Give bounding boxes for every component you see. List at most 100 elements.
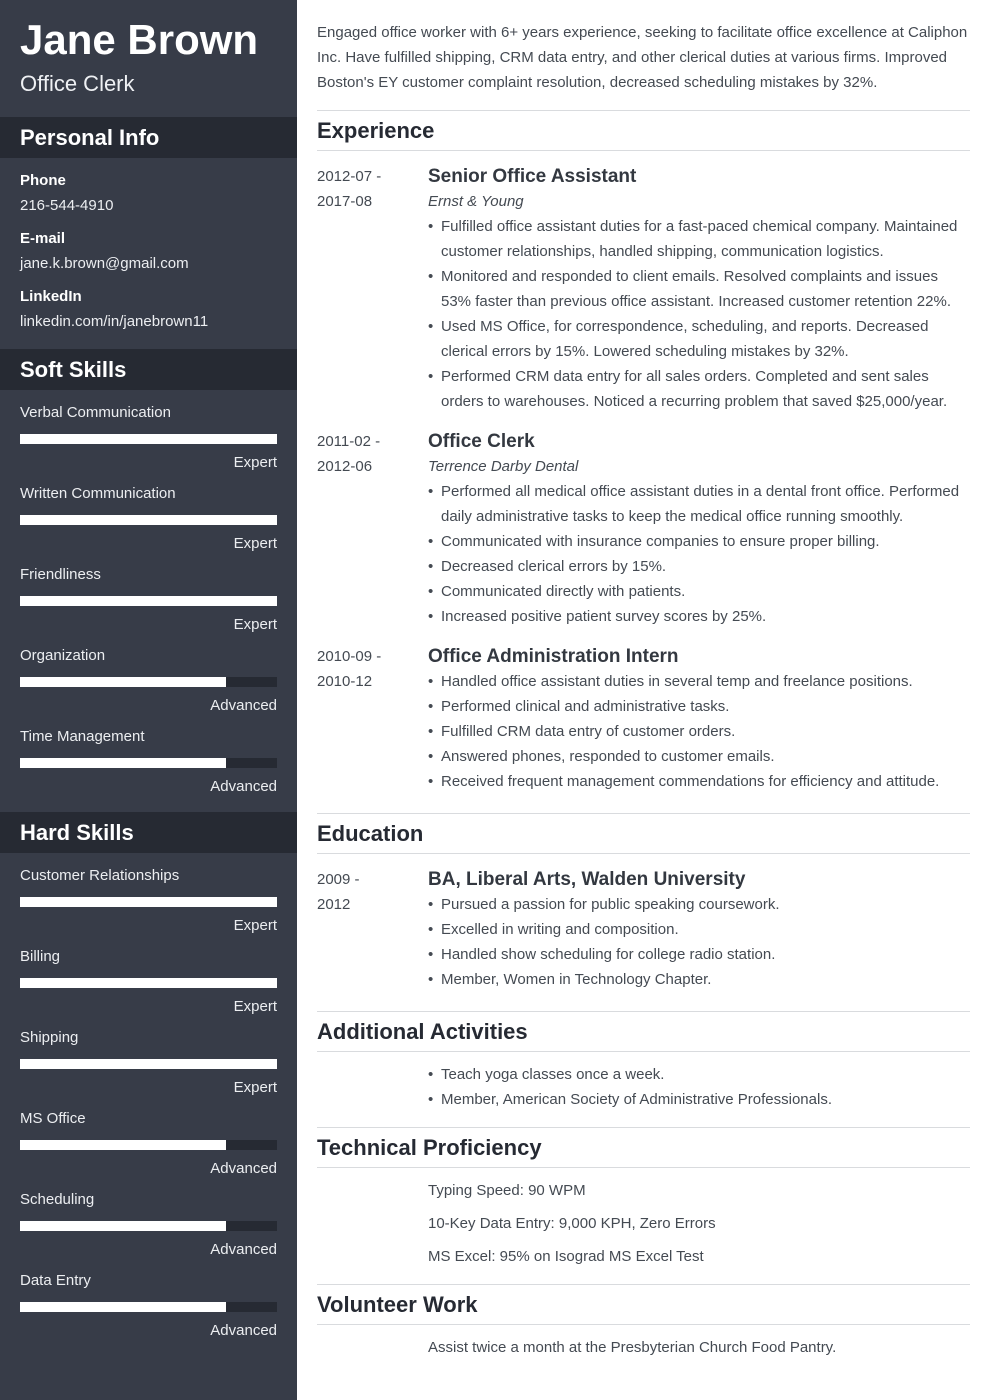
date-end: 2010-12 — [317, 673, 373, 690]
job-title: Office Clerk — [428, 431, 535, 452]
skill-name: MS Office — [20, 1110, 86, 1127]
company-name: Terrence Darby Dental — [428, 458, 579, 475]
skill-item: Customer Relationships Expert — [20, 866, 277, 947]
bullet-item: Communicated directly with patients. — [428, 579, 970, 604]
skill-bar-fill — [20, 758, 226, 768]
skill-bar-fill — [20, 1221, 226, 1231]
date-start: 2012-07 - — [317, 168, 382, 185]
email-value[interactable]: jane.k.brown@gmail.com — [20, 254, 189, 274]
skill-bar-track — [20, 515, 277, 525]
skill-bar-fill — [20, 1302, 226, 1312]
entry-date: 2011-02 - 2012-06 — [317, 429, 417, 479]
skill-item: Organization Advanced — [20, 646, 277, 727]
skill-name: Organization — [20, 647, 106, 664]
skill-bar-fill — [20, 1140, 226, 1150]
bullet-item: Monitored and responded to client emails… — [428, 264, 970, 314]
bullet-list: Performed all medical office assistant d… — [428, 479, 970, 629]
skill-name: Scheduling — [20, 1191, 95, 1208]
skill-bar-fill — [20, 677, 226, 687]
bullet-list: Handled office assistant duties in sever… — [428, 669, 970, 794]
bullet-item: Answered phones, responded to customer e… — [428, 744, 970, 769]
phone-label: Phone — [20, 172, 66, 189]
experience-heading: Experience — [317, 110, 970, 151]
volunteer-line: Assist twice a month at the Presbyterian… — [428, 1339, 837, 1356]
date-start: 2010-09 - — [317, 648, 382, 665]
skill-name: Data Entry — [20, 1272, 91, 1289]
skill-level: Advanced — [210, 1322, 277, 1339]
skill-level: Expert — [233, 454, 277, 471]
bullet-item: Teach yoga classes once a week. — [428, 1062, 970, 1087]
date-end: 2012 — [317, 896, 351, 913]
linkedin-label: LinkedIn — [20, 288, 82, 305]
candidate-name: Jane Brown — [20, 16, 259, 63]
date-start: 2011-02 - — [317, 433, 381, 450]
bullet-item: Communicated with insurance companies to… — [428, 529, 970, 554]
bullet-item: Performed all medical office assistant d… — [428, 479, 970, 529]
skill-level: Advanced — [210, 1160, 277, 1177]
skill-bar-fill — [20, 434, 277, 444]
proficiency-line: Typing Speed: 90 WPM — [428, 1182, 586, 1199]
entry-date: 2009 - 2012 — [317, 867, 417, 917]
company-name: Ernst & Young — [428, 193, 524, 210]
bullet-item: Pursued a passion for public speaking co… — [428, 892, 970, 917]
proficiency-line: MS Excel: 95% on Isograd MS Excel Test — [428, 1248, 704, 1265]
soft-skills-heading: Soft Skills — [0, 349, 297, 390]
skill-bar-track — [20, 677, 277, 687]
skill-item: Verbal Communication Expert — [20, 403, 277, 484]
skill-bar-track — [20, 1221, 277, 1231]
skill-bar-track — [20, 897, 277, 907]
bullet-list: Teach yoga classes once a week. Member, … — [428, 1062, 970, 1112]
hard-skills-heading: Hard Skills — [0, 812, 297, 853]
skill-item: Billing Expert — [20, 947, 277, 1028]
bullet-item: Performed CRM data entry for all sales o… — [428, 364, 970, 414]
skill-name: Billing — [20, 948, 61, 965]
skill-name: Written Communication — [20, 485, 176, 502]
bullet-item: Member, Women in Technology Chapter. — [428, 967, 970, 992]
skill-level: Advanced — [210, 778, 277, 795]
skill-item: Friendliness Expert — [20, 565, 277, 646]
skill-level: Expert — [233, 535, 277, 552]
bullet-item: Fulfilled CRM data entry of customer ord… — [428, 719, 970, 744]
skill-bar-track — [20, 978, 277, 988]
bullet-item: Increased positive patient survey scores… — [428, 604, 970, 629]
skill-name: Verbal Communication — [20, 404, 171, 421]
skill-item: Data Entry Advanced — [20, 1271, 277, 1352]
skill-level: Expert — [233, 1079, 277, 1096]
skill-item: Written Communication Expert — [20, 484, 277, 565]
personal-info-heading: Personal Info — [0, 117, 297, 158]
skill-level: Expert — [233, 998, 277, 1015]
degree-title: BA, Liberal Arts, Walden University — [428, 869, 746, 890]
skill-bar-fill — [20, 515, 277, 525]
bullet-list: Pursued a passion for public speaking co… — [428, 892, 970, 992]
volunteer-work-heading: Volunteer Work — [317, 1284, 970, 1325]
candidate-title: Office Clerk — [20, 71, 135, 96]
bullet-item: Handled office assistant duties in sever… — [428, 669, 970, 694]
entry-date: 2010-09 - 2010-12 — [317, 644, 417, 694]
skill-item: MS Office Advanced — [20, 1109, 277, 1190]
skill-item: Time Management Advanced — [20, 727, 277, 808]
additional-activities-heading: Additional Activities — [317, 1011, 970, 1052]
bullet-item: Decreased clerical errors by 15%. — [428, 554, 970, 579]
skill-level: Advanced — [210, 1241, 277, 1258]
skill-name: Shipping — [20, 1029, 79, 1046]
skill-bar-fill — [20, 978, 277, 988]
skill-name: Friendliness — [20, 566, 101, 583]
skill-bar-track — [20, 434, 277, 444]
date-end: 2012-06 — [317, 458, 373, 475]
skill-name: Time Management — [20, 728, 145, 745]
skill-bar-track — [20, 1302, 277, 1312]
bullet-item: Received frequent management commendatio… — [428, 769, 970, 794]
entry-date: 2012-07 - 2017-08 — [317, 164, 417, 214]
bullet-item: Handled show scheduling for college radi… — [428, 942, 970, 967]
email-label: E-mail — [20, 230, 66, 247]
technical-proficiency-heading: Technical Proficiency — [317, 1127, 970, 1168]
skill-level: Expert — [233, 616, 277, 633]
skill-bar-fill — [20, 897, 277, 907]
proficiency-line: 10-Key Data Entry: 9,000 KPH, Zero Error… — [428, 1215, 716, 1232]
skill-bar-track — [20, 1140, 277, 1150]
linkedin-value[interactable]: linkedin.com/in/janebrown11 — [20, 312, 208, 332]
skill-name: Customer Relationships — [20, 867, 180, 884]
bullet-item: Member, American Society of Administrati… — [428, 1087, 970, 1112]
job-title: Senior Office Assistant — [428, 166, 637, 187]
skill-level: Advanced — [210, 697, 277, 714]
